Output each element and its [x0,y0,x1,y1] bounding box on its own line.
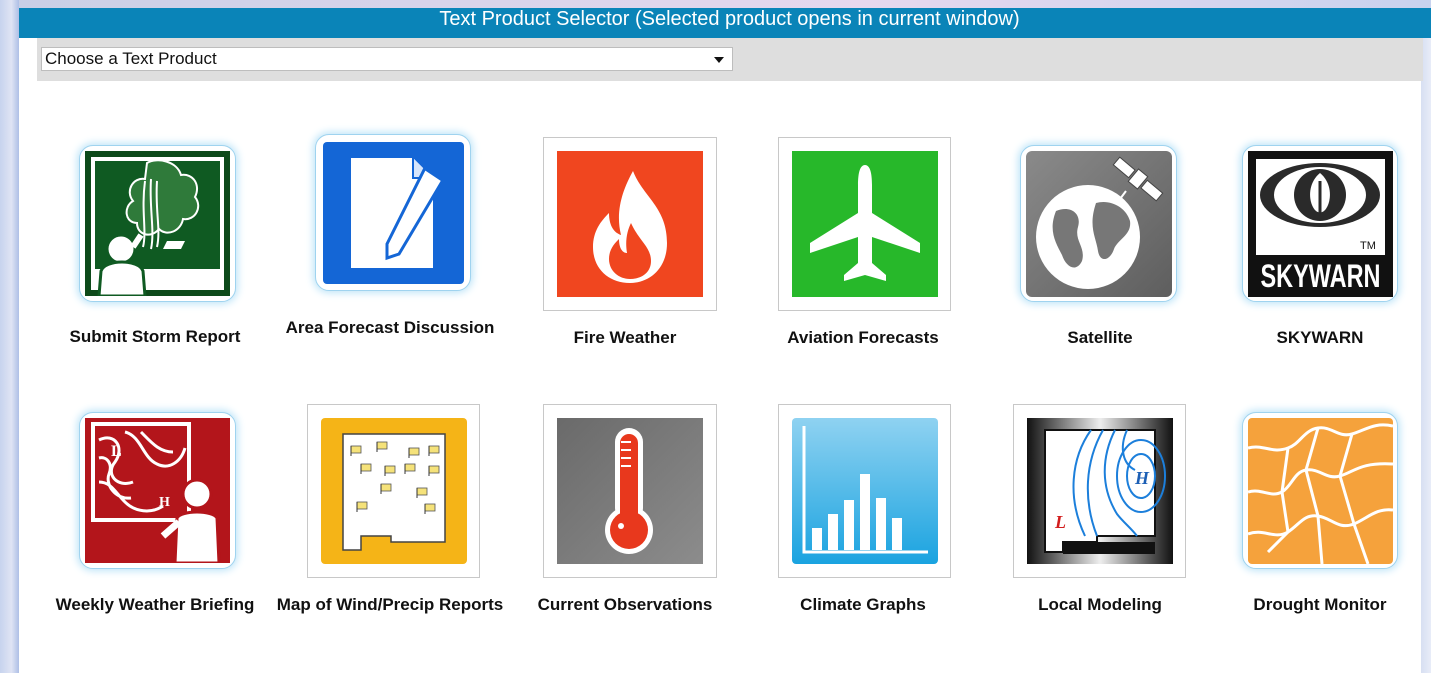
selector-row: Choose a Text Product [37,38,1423,81]
dropdown-arrow-icon[interactable] [714,57,724,63]
tile-label[interactable]: Fire Weather [505,326,745,349]
svg-text:L: L [1054,512,1066,532]
tile-label[interactable]: Current Observations [505,593,745,616]
bar-graph-icon[interactable] [792,418,938,564]
fire-icon[interactable] [557,151,703,297]
top-border [19,0,1431,8]
tile-label[interactable]: Area Forecast Discussion [270,316,510,339]
skywarn-logo-icon[interactable]: TM SKYWARN TM [1248,151,1393,297]
tile-frame[interactable] [1242,412,1398,569]
tile-label[interactable]: Local Modeling [980,593,1220,616]
skywarn-logo-text: SKYWARN [1261,258,1381,294]
tile-label[interactable]: Climate Graphs [743,593,983,616]
tile-label[interactable]: Drought Monitor [1200,593,1431,616]
tile-label[interactable]: Map of Wind/Precip Reports [270,593,510,616]
tile-frame[interactable]: TM SKYWARN TM [1242,145,1398,302]
selector-header: Text Product Selector (Selected product … [19,8,1431,38]
tile-frame[interactable]: L H [79,412,236,569]
selector-header-title: Text Product Selector (Selected product … [439,8,1020,30]
left-border [0,0,19,673]
cracked-earth-icon[interactable] [1248,418,1393,564]
svg-text:H: H [159,495,170,510]
tile-frame[interactable] [778,137,951,311]
document-pen-icon[interactable] [321,140,466,286]
tile-frame[interactable]: H L [1013,404,1186,578]
airplane-icon[interactable] [792,151,938,297]
tile-frame[interactable] [307,404,480,578]
svg-text:L: L [111,443,122,460]
tile-label[interactable]: Weekly Weather Briefing [35,593,275,616]
tile-label[interactable]: Satellite [980,326,1220,349]
thermometer-icon[interactable] [557,418,703,564]
report-map-icon[interactable] [321,418,467,564]
tile-frame[interactable] [543,137,717,311]
tile-label[interactable]: Aviation Forecasts [743,326,983,349]
svg-text:H: H [1134,468,1150,488]
tile-frame[interactable] [1020,145,1177,302]
text-product-select-value: Choose a Text Product [45,49,217,68]
text-product-select[interactable]: Choose a Text Product [41,47,733,71]
storm-report-icon[interactable] [85,151,230,296]
tile-frame[interactable] [315,134,471,291]
svg-text:TM: TM [1360,240,1376,252]
satellite-globe-icon[interactable] [1026,151,1172,297]
tile-frame[interactable] [778,404,951,578]
isobar-map-icon[interactable]: H L [1027,418,1173,564]
tile-frame[interactable] [79,145,236,302]
tile-label[interactable]: SKYWARN [1200,326,1431,349]
tile-label[interactable]: Submit Storm Report [35,325,275,348]
tile-frame[interactable] [543,404,717,578]
weather-briefing-icon[interactable]: L H [85,418,230,563]
